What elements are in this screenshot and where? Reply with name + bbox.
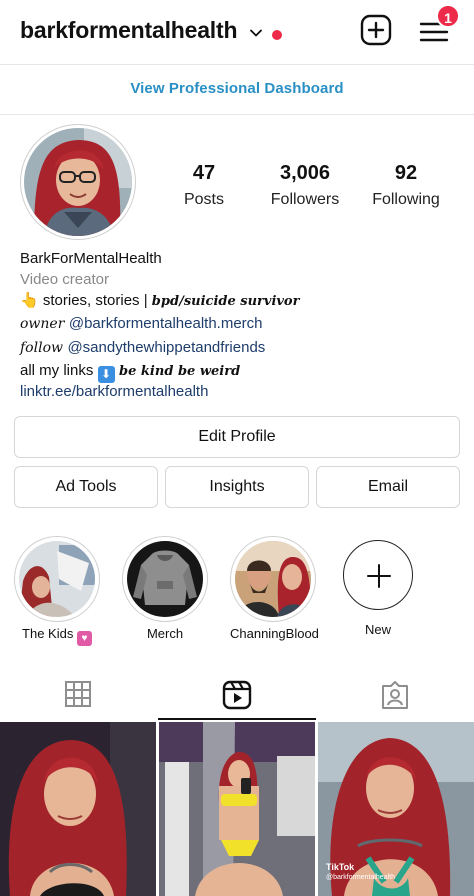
top-bar: barkformentalhealth 1: [0, 0, 474, 64]
grid-icon: [65, 681, 91, 707]
highlight-ring: [230, 536, 316, 622]
tagged-icon: [382, 681, 408, 709]
dashboard-divider: [0, 114, 474, 115]
followers-count[interactable]: 3,006 Followers: [262, 162, 348, 209]
professional-dashboard-link[interactable]: View Professional Dashboard: [0, 80, 474, 97]
reels-grid: TikTok @barkformentalhealth: [0, 722, 474, 896]
highlight-cover: [127, 541, 203, 617]
tiktok-watermark-label: TikTok: [326, 862, 355, 872]
reel-thumbnail[interactable]: [0, 722, 156, 896]
tab-reels[interactable]: [158, 668, 316, 722]
following-count[interactable]: 92 Following: [366, 162, 446, 209]
profile-category: Video creator: [20, 271, 109, 288]
pointing-up-emoji: 👆: [20, 292, 39, 309]
profile-tab-bar: [0, 668, 474, 722]
profile-display-name: BarkForMentalHealth: [20, 250, 162, 267]
tab-tagged[interactable]: [316, 668, 474, 722]
highlight-cover: [235, 541, 311, 617]
whippet-account-mention[interactable]: @sandythewhippetandfriends: [67, 339, 265, 356]
bio-line-stories: 👆 stories, stories | bpd/suicide survivo…: [20, 292, 300, 309]
notification-badge: 1: [436, 4, 460, 28]
posts-count[interactable]: 47 Posts: [168, 162, 240, 209]
new-highlight-ring: [343, 540, 413, 610]
down-arrow-emoji: ⬇: [97, 366, 115, 383]
activity-dot: [272, 30, 282, 40]
reel-thumbnail[interactable]: TikTok @barkformentalhealth: [318, 722, 474, 896]
insights-button[interactable]: Insights: [165, 466, 309, 508]
email-button[interactable]: Email: [316, 466, 460, 508]
active-tab-indicator: [158, 718, 316, 720]
create-post-icon[interactable]: [360, 14, 392, 46]
bio-line-owner: owner @barkformentalhealth.merch: [20, 315, 263, 332]
plus-icon: [367, 564, 391, 588]
heart-decoration-emoji: ♥: [76, 631, 92, 646]
chevron-down-icon[interactable]: [249, 26, 263, 40]
bio-line-follow: follow @sandythewhippetandfriends: [20, 339, 266, 356]
highlight-merch[interactable]: Merch: [122, 536, 208, 641]
account-switcher-username[interactable]: barkformentalhealth: [20, 17, 238, 44]
header-divider: [0, 64, 474, 65]
highlight-the-kids[interactable]: The Kids ♥: [14, 536, 100, 646]
merch-account-mention[interactable]: @barkformentalhealth.merch: [69, 315, 263, 332]
bio-external-link[interactable]: linktr.ee/barkformentalhealth: [20, 383, 208, 400]
highlight-cover: [19, 541, 95, 617]
profile-avatar[interactable]: [24, 128, 132, 236]
reel-thumbnail[interactable]: [159, 722, 315, 896]
tiktok-watermark-handle: @barkformentalhealth: [326, 874, 395, 881]
highlight-ring: [14, 536, 100, 622]
highlight-channingblood[interactable]: ChanningBlood: [230, 536, 319, 641]
tab-grid[interactable]: [0, 668, 158, 722]
ad-tools-button[interactable]: Ad Tools: [14, 466, 158, 508]
reels-icon: [222, 680, 252, 710]
highlight-ring: [122, 536, 208, 622]
edit-profile-button[interactable]: Edit Profile: [14, 416, 460, 458]
highlight-new[interactable]: New: [335, 536, 421, 637]
bio-line-links: all my links ⬇ be kind be weird: [20, 362, 241, 383]
